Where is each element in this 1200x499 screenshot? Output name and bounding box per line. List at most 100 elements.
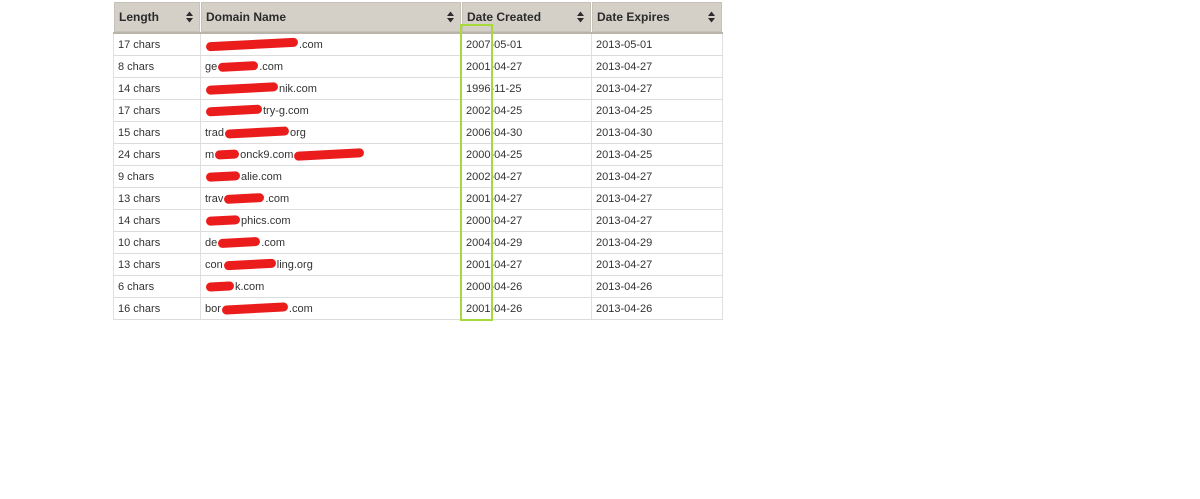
length-cell: 13 chars: [113, 187, 201, 210]
domain-suffix: .com: [288, 302, 313, 315]
redaction-mark: [218, 237, 261, 249]
domain-cell: bor .com: [200, 297, 462, 320]
sort-icon: [577, 11, 584, 23]
expires-cell: 2013-04-27: [591, 209, 723, 232]
domain-table: Length Domain Name Date Created Date Exp…: [113, 1, 723, 320]
redaction-mark: [205, 37, 299, 52]
expires-cell: 2013-04-29: [591, 231, 723, 254]
domain-cell: nik.com: [200, 77, 462, 100]
redaction-mark: [223, 258, 276, 271]
redaction-mark: [224, 126, 290, 139]
table-row: 14 chars phics.com 2000-04-27 2013-04-27: [113, 209, 723, 232]
domain-prefix: ge: [205, 60, 218, 73]
length-cell: 17 chars: [113, 33, 201, 56]
table-row: 16 chars bor .com 2001-04-26 2013-04-26: [113, 297, 723, 320]
sort-icon: [708, 11, 715, 23]
created-cell: 2001-04-27: [461, 253, 592, 276]
redaction-mark: [205, 215, 241, 226]
length-cell: 13 chars: [113, 253, 201, 276]
length-cell: 14 chars: [113, 209, 201, 232]
redaction-mark: [205, 82, 279, 95]
domain-suffix: .com: [299, 38, 323, 51]
expires-cell: 2013-04-27: [591, 187, 723, 210]
created-cell: 2000-04-25: [461, 143, 592, 166]
domain-suffix: ling.org: [276, 258, 313, 271]
length-cell: 8 chars: [113, 55, 201, 78]
expires-cell: 2013-04-25: [591, 143, 723, 166]
table-row: 6 chars k.com 2000-04-26 2013-04-26: [113, 275, 723, 298]
domain-cell: .com: [200, 33, 462, 56]
created-cell: 2000-04-26: [461, 275, 592, 298]
domain-suffix: alie.com: [241, 170, 282, 183]
created-cell: 1996-11-25: [461, 77, 592, 100]
expires-cell: 2013-04-27: [591, 165, 723, 188]
column-header-length[interactable]: Length: [113, 1, 201, 34]
column-header-date-created[interactable]: Date Created: [461, 1, 592, 34]
created-cell: 2007-05-01: [461, 33, 592, 56]
expires-cell: 2013-05-01: [591, 33, 723, 56]
table-row: 8 chars ge .com 2001-04-27 2013-04-27: [113, 55, 723, 78]
length-cell: 14 chars: [113, 77, 201, 100]
domain-suffix: org: [289, 126, 306, 139]
redaction-mark: [205, 104, 263, 117]
redaction-mark: [214, 149, 240, 160]
column-header-label: Date Expires: [597, 10, 670, 24]
redaction-mark: [205, 171, 241, 182]
domain-cell: try-g.com: [200, 99, 462, 122]
table-row: 17 chars .com 2007-05-01 2013-05-01: [113, 33, 723, 56]
domain-suffix: .com: [261, 236, 286, 249]
length-cell: 15 chars: [113, 121, 201, 144]
table-row: 13 chars trav .com 2001-04-27 2013-04-27: [113, 187, 723, 210]
created-cell: 2000-04-27: [461, 209, 592, 232]
domain-cell: m onck9.com: [200, 143, 462, 166]
domain-prefix: m: [205, 148, 215, 161]
sort-icon: [186, 11, 193, 23]
domain-cell: trad org: [200, 121, 462, 144]
domain-suffix: .com: [265, 192, 290, 205]
expires-cell: 2013-04-27: [591, 77, 723, 100]
expires-cell: 2013-04-27: [591, 253, 723, 276]
expires-cell: 2013-04-26: [591, 275, 723, 298]
domain-cell: alie.com: [200, 165, 462, 188]
column-header-date-expires[interactable]: Date Expires: [591, 1, 723, 34]
domain-suffix: try-g.com: [263, 104, 309, 117]
created-cell: 2002-04-27: [461, 165, 592, 188]
length-cell: 9 chars: [113, 165, 201, 188]
domain-prefix: con: [205, 258, 223, 271]
domain-suffix: .com: [259, 60, 284, 73]
column-header-label: Domain Name: [206, 10, 287, 24]
domain-suffix: nik.com: [279, 82, 317, 95]
created-cell: 2001-04-26: [461, 297, 592, 320]
table-row: 15 chars trad org 2006-04-30 2013-04-30: [113, 121, 723, 144]
column-header-domain-name[interactable]: Domain Name: [200, 1, 462, 34]
table-row: 14 chars nik.com 1996-11-25 2013-04-27: [113, 77, 723, 100]
length-cell: 10 chars: [113, 231, 201, 254]
created-cell: 2002-04-25: [461, 99, 592, 122]
expires-cell: 2013-04-30: [591, 121, 723, 144]
domain-table-container: Length Domain Name Date Created Date Exp…: [113, 1, 723, 320]
created-cell: 2001-04-27: [461, 187, 592, 210]
redaction-mark: [218, 61, 259, 73]
domain-prefix: trad: [205, 126, 224, 139]
table-row: 9 chars alie.com 2002-04-27 2013-04-27: [113, 165, 723, 188]
created-cell: 2006-04-30: [461, 121, 592, 144]
redaction-mark: [221, 302, 289, 315]
table-row: 13 chars con ling.org 2001-04-27 2013-04-…: [113, 253, 723, 276]
expires-cell: 2013-04-25: [591, 99, 723, 122]
table-row: 17 chars try-g.com 2002-04-25 2013-04-25: [113, 99, 723, 122]
redaction-mark: [205, 281, 235, 292]
length-cell: 16 chars: [113, 297, 201, 320]
domain-prefix: de: [205, 236, 218, 249]
column-header-label: Date Created: [467, 10, 542, 24]
domain-prefix: bor: [205, 302, 221, 315]
redaction-mark: [294, 148, 365, 161]
created-cell: 2001-04-27: [461, 55, 592, 78]
length-cell: 17 chars: [113, 99, 201, 122]
domain-prefix: trav: [205, 192, 224, 205]
length-cell: 6 chars: [113, 275, 201, 298]
domain-cell: con ling.org: [200, 253, 462, 276]
column-header-label: Length: [119, 10, 159, 24]
domain-cell: ge .com: [200, 55, 462, 78]
table-header-row: Length Domain Name Date Created Date Exp…: [113, 1, 723, 34]
sort-icon: [447, 11, 454, 23]
